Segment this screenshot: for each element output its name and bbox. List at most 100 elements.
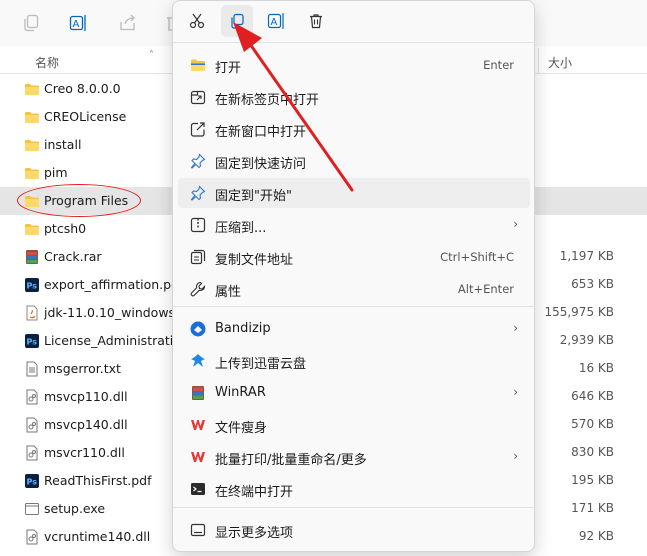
menu-item-batch-tools[interactable]: 批量打印/批量重命名/更多 › <box>178 442 530 472</box>
wps-icon <box>190 417 206 433</box>
menu-item-label: 属性 <box>215 285 242 300</box>
more-options-icon <box>190 522 206 538</box>
menu-item-pin-start[interactable]: 固定到"开始" <box>178 178 530 208</box>
file-name: ptcsh0 <box>44 221 87 236</box>
menu-separator <box>173 42 536 43</box>
menu-item-label: 在新标签页中打开 <box>215 93 320 108</box>
file-name: ReadThisFirst.pdf <box>44 473 152 488</box>
rename-icon[interactable]: A <box>261 5 293 37</box>
menu-item-open-new-tab[interactable]: 在新标签页中打开 <box>178 82 530 112</box>
menu-item-copy-path[interactable]: 复制文件地址 Ctrl+Shift+C <box>178 242 530 272</box>
menu-item-label: 固定到快速访问 <box>215 157 307 172</box>
menu-item-compress[interactable]: 压缩到... › <box>178 210 530 240</box>
file-name: CREOLicense <box>44 109 127 124</box>
chevron-right-icon: › <box>513 385 518 399</box>
menu-item-label: 文件瘦身 <box>215 421 268 436</box>
chevron-right-icon: › <box>513 321 518 335</box>
file-size: 195 KB <box>571 473 614 487</box>
winrar-icon <box>190 385 206 401</box>
cut-icon[interactable] <box>181 5 213 37</box>
pin-icon <box>190 153 206 169</box>
menu-item-open[interactable]: 打开 Enter <box>178 50 530 80</box>
pin-icon <box>190 185 206 201</box>
menu-item-label: 打开 <box>215 61 242 76</box>
file-size: 2,939 KB <box>559 333 614 347</box>
zip-icon <box>190 217 206 233</box>
folder-icon <box>24 137 40 153</box>
menu-item-pin-quick-access[interactable]: 固定到快速访问 <box>178 146 530 176</box>
menu-item-open-terminal[interactable]: 在终端中打开 <box>178 474 530 504</box>
terminal-icon <box>190 481 206 497</box>
new-window-icon <box>190 121 206 137</box>
file-size: 830 KB <box>571 445 614 459</box>
menu-item-label: 在终端中打开 <box>215 485 294 500</box>
column-divider[interactable] <box>538 48 539 74</box>
copy-path-icon <box>190 249 206 265</box>
delete-icon[interactable] <box>300 5 332 37</box>
file-size: 570 KB <box>571 417 614 431</box>
svg-text:A: A <box>271 17 278 28</box>
file-size: 171 KB <box>571 501 614 515</box>
file-name: export_affirmation.pdf <box>44 277 179 292</box>
chevron-right-icon: › <box>513 217 518 231</box>
dll-file-icon <box>24 445 40 461</box>
menu-item-label: 压缩到... <box>215 221 267 236</box>
menu-item-bandizip[interactable]: Bandizip › <box>178 314 530 344</box>
file-size: 653 KB <box>571 277 614 291</box>
file-name: msvcr110.dll <box>44 445 125 460</box>
file-size: 646 KB <box>571 389 614 403</box>
file-size: 92 KB <box>578 529 614 543</box>
context-menu: A 打开 Enter 在新标签页中打开 在新窗口中打开 固定到快速访问 固定到"… <box>172 0 536 552</box>
svg-text:Ps: Ps <box>27 282 38 291</box>
sort-caret-icon: ˄ <box>149 50 154 61</box>
folder-icon <box>24 165 40 181</box>
menu-item-file-slim[interactable]: 文件瘦身 <box>178 410 530 440</box>
bandizip-icon <box>190 321 206 337</box>
file-size: 1,197 KB <box>559 249 614 263</box>
menu-item-label: 复制文件地址 <box>215 253 294 268</box>
annotation-ellipse <box>17 184 141 217</box>
file-name: msvcp140.dll <box>44 417 128 432</box>
copy-icon[interactable] <box>20 12 42 34</box>
new-tab-icon <box>190 89 206 105</box>
file-name: Crack.rar <box>44 249 102 264</box>
column-size-header[interactable]: 大小 <box>548 54 572 71</box>
context-quick-actions: A <box>173 1 536 41</box>
menu-item-shortcut: Ctrl+Shift+C <box>440 250 514 264</box>
menu-item-upload-thunder[interactable]: 上传到迅雷云盘 <box>178 346 530 376</box>
pdf-icon: Ps <box>24 473 40 489</box>
menu-item-shortcut: Enter <box>483 58 514 72</box>
svg-text:A: A <box>73 19 80 30</box>
java-installer-icon <box>24 305 40 321</box>
menu-item-label: 批量打印/批量重命名/更多 <box>215 453 367 468</box>
menu-item-label: 固定到"开始" <box>215 189 292 204</box>
menu-item-properties[interactable]: 属性 Alt+Enter <box>178 274 530 304</box>
dll-file-icon <box>24 389 40 405</box>
column-name-header[interactable]: 名称 <box>35 54 59 71</box>
menu-item-label: 显示更多选项 <box>215 526 294 541</box>
menu-item-show-more[interactable]: 显示更多选项 <box>178 515 530 545</box>
menu-item-open-new-window[interactable]: 在新窗口中打开 <box>178 114 530 144</box>
copy-icon[interactable] <box>221 5 253 37</box>
menu-separator <box>173 306 536 307</box>
file-name: pim <box>44 165 68 180</box>
menu-separator <box>173 507 536 508</box>
folder-icon <box>24 221 40 237</box>
dll-file-icon <box>24 529 40 545</box>
folder-open-icon <box>190 57 206 73</box>
menu-item-label: 在新窗口中打开 <box>215 125 307 140</box>
pdf-icon: Ps <box>24 277 40 293</box>
file-size: 155,975 KB <box>544 305 614 319</box>
menu-item-shortcut: Alt+Enter <box>457 282 514 296</box>
file-size: 16 KB <box>578 361 614 375</box>
menu-item-winrar[interactable]: WinRAR › <box>178 378 530 408</box>
rar-archive-icon <box>24 249 40 265</box>
rename-icon[interactable]: A <box>68 12 90 34</box>
file-name: Creo 8.0.0.0 <box>44 81 121 96</box>
exe-file-icon <box>24 501 40 517</box>
menu-item-label: WinRAR <box>215 385 266 400</box>
chevron-right-icon: › <box>513 449 518 463</box>
menu-item-label: Bandizip <box>215 321 271 336</box>
dll-file-icon <box>24 417 40 433</box>
share-icon[interactable] <box>117 12 139 34</box>
